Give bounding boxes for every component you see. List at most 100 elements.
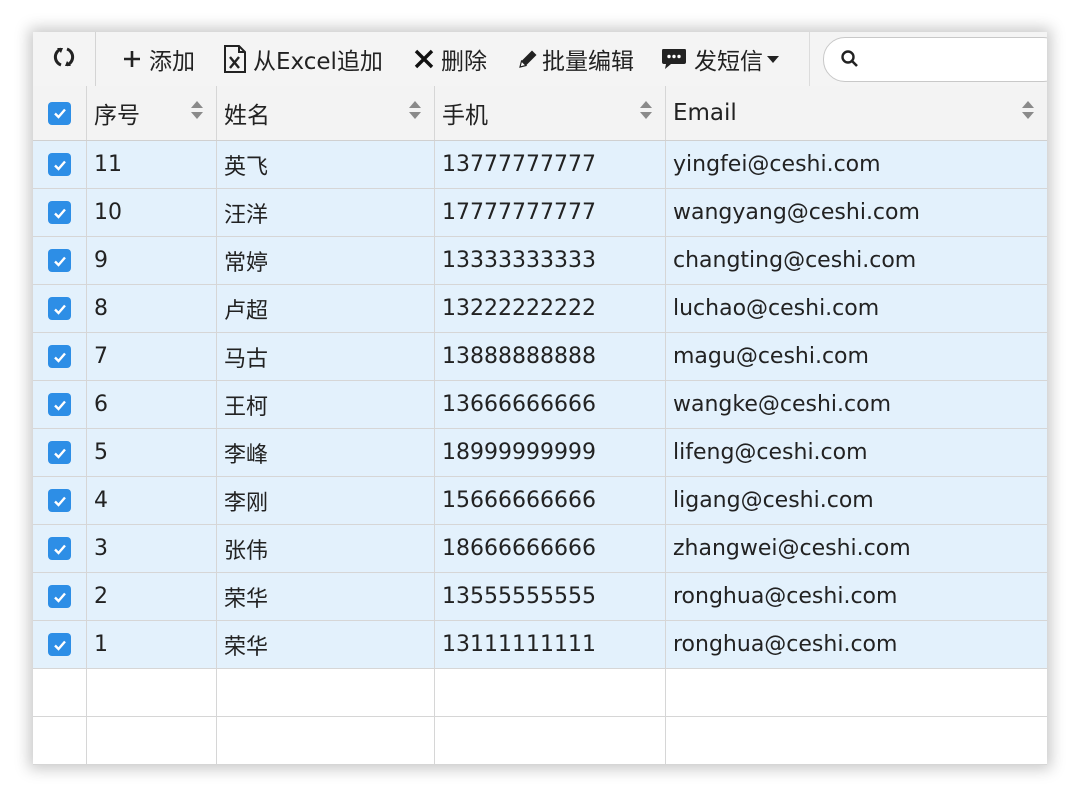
column-header-name[interactable]: 姓名 <box>217 86 435 140</box>
table-row[interactable]: 1 荣华 13111111111 ronghua@ceshi.com <box>33 621 1047 669</box>
checkbox-checked-icon <box>48 153 71 176</box>
cell-name: 常婷 <box>217 237 435 284</box>
sort-icon <box>190 99 204 127</box>
cell-email: zhangwei@ceshi.com <box>673 536 911 561</box>
cell-email: ronghua@ceshi.com <box>673 584 898 609</box>
pencil-icon <box>516 47 540 71</box>
row-checkbox[interactable] <box>33 429 87 476</box>
checkbox-checked-icon <box>48 585 71 608</box>
column-header-label: Email <box>673 100 737 126</box>
add-button[interactable]: 添加 <box>121 32 195 86</box>
cell-name: 英飞 <box>217 141 435 188</box>
cell-name: 卢超 <box>217 285 435 332</box>
send-sms-dropdown[interactable]: 发短信 <box>660 32 780 86</box>
table-row[interactable]: 11 英飞 13777777777 yingfei@ceshi.com <box>33 141 1047 189</box>
row-checkbox[interactable] <box>33 381 87 428</box>
checkbox-checked-icon <box>48 537 71 560</box>
table-row[interactable]: 6 王柯 13666666666 wangke@ceshi.com <box>33 381 1047 429</box>
cell-phone: 13222222222 <box>435 285 666 332</box>
row-checkbox[interactable] <box>33 333 87 380</box>
cell-name: 荣华 <box>217 621 435 668</box>
delete-button[interactable]: 删除 <box>413 32 487 86</box>
checkbox-checked-icon <box>48 441 71 464</box>
import-excel-label: 从Excel追加 <box>253 49 383 75</box>
row-checkbox[interactable] <box>33 237 87 284</box>
table-row[interactable]: 10 汪洋 17777777777 wangyang@ceshi.com <box>33 189 1047 237</box>
cell-name: 李刚 <box>217 477 435 524</box>
cell-email: magu@ceshi.com <box>673 344 869 369</box>
checkbox-checked-icon <box>48 201 71 224</box>
column-header-label: 序号 <box>94 103 140 129</box>
batch-edit-label: 批量编辑 <box>542 49 634 75</box>
cell-id: 1 <box>87 621 217 668</box>
table-row[interactable]: 3 张伟 18666666666 zhangwei@ceshi.com <box>33 525 1047 573</box>
message-icon <box>660 46 688 72</box>
cell-phone: 13888888888 <box>435 333 666 380</box>
column-header-phone[interactable]: 手机 <box>435 86 666 140</box>
table-row[interactable]: 8 卢超 13222222222 luchao@ceshi.com <box>33 285 1047 333</box>
cell-email: wangyang@ceshi.com <box>673 200 920 225</box>
cell-email: changting@ceshi.com <box>673 248 917 273</box>
cell-phone: 15666666666 <box>435 477 666 524</box>
caret-down-icon <box>766 54 780 64</box>
close-icon <box>413 48 435 70</box>
empty-cell <box>217 717 435 764</box>
column-header-label: 手机 <box>442 103 488 129</box>
row-checkbox[interactable] <box>33 621 87 668</box>
cell-email: lifeng@ceshi.com <box>673 440 868 465</box>
add-button-label: 添加 <box>149 49 195 75</box>
row-checkbox[interactable] <box>33 525 87 572</box>
row-checkbox[interactable] <box>33 573 87 620</box>
cell-id: 8 <box>87 285 217 332</box>
cell-id: 6 <box>87 381 217 428</box>
empty-cell <box>435 669 666 716</box>
cell-phone: 18666666666 <box>435 525 666 572</box>
empty-cell <box>33 717 87 764</box>
cell-phone: 13777777777 <box>435 141 666 188</box>
empty-cell <box>87 717 217 764</box>
row-checkbox[interactable] <box>33 141 87 188</box>
cell-phone: 18999999999 <box>435 429 666 476</box>
table-row[interactable]: 5 李峰 18999999999 lifeng@ceshi.com <box>33 429 1047 477</box>
cell-id: 9 <box>87 237 217 284</box>
select-all-checkbox[interactable] <box>33 86 87 140</box>
cell-id: 4 <box>87 477 217 524</box>
cell-phone: 13555555555 <box>435 573 666 620</box>
empty-cell <box>666 669 1047 716</box>
row-checkbox[interactable] <box>33 477 87 524</box>
delete-button-label: 删除 <box>441 49 487 75</box>
empty-row <box>33 717 1047 765</box>
table-row[interactable]: 9 常婷 13333333333 changting@ceshi.com <box>33 237 1047 285</box>
import-excel-button[interactable]: 从Excel追加 <box>223 32 383 86</box>
column-header-id[interactable]: 序号 <box>87 86 217 140</box>
sort-icon <box>639 99 653 127</box>
cell-phone: 13111111111 <box>435 621 666 668</box>
cell-email: yingfei@ceshi.com <box>673 152 881 177</box>
cell-id: 11 <box>87 141 217 188</box>
cell-id: 2 <box>87 573 217 620</box>
batch-edit-button[interactable]: 批量编辑 <box>516 32 634 86</box>
cell-phone: 13666666666 <box>435 381 666 428</box>
cell-name: 张伟 <box>217 525 435 572</box>
row-checkbox[interactable] <box>33 189 87 236</box>
table-row[interactable]: 7 马古 13888888888 magu@ceshi.com <box>33 333 1047 381</box>
excel-file-icon <box>223 44 247 74</box>
checkbox-checked-icon <box>48 249 71 272</box>
cell-name: 王柯 <box>217 381 435 428</box>
sort-icon <box>408 99 422 127</box>
cell-name: 荣华 <box>217 573 435 620</box>
empty-cell <box>87 669 217 716</box>
empty-cell <box>435 717 666 764</box>
plus-icon <box>121 48 143 70</box>
cell-email: ligang@ceshi.com <box>673 488 874 513</box>
search-input[interactable] <box>823 37 1047 82</box>
cell-name: 汪洋 <box>217 189 435 236</box>
table-row[interactable]: 4 李刚 15666666666 ligang@ceshi.com <box>33 477 1047 525</box>
table-row[interactable]: 2 荣华 13555555555 ronghua@ceshi.com <box>33 573 1047 621</box>
column-header-email[interactable]: Email <box>666 86 1047 140</box>
row-checkbox[interactable] <box>33 285 87 332</box>
refresh-button[interactable] <box>33 32 96 86</box>
cell-phone: 13333333333 <box>435 237 666 284</box>
refresh-icon <box>51 44 77 74</box>
cell-id: 3 <box>87 525 217 572</box>
